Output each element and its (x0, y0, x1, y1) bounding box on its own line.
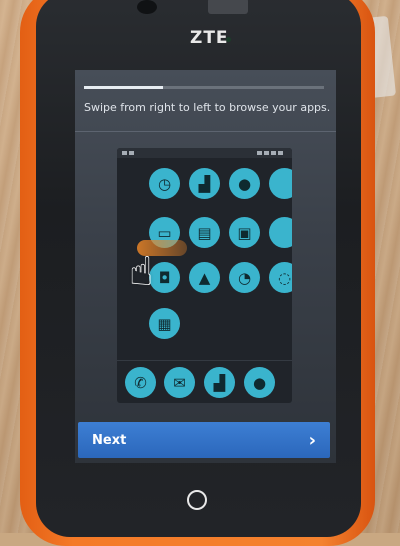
next-button[interactable]: Next › (78, 422, 330, 458)
partial-app-icon (269, 217, 292, 248)
home-button[interactable] (187, 490, 207, 510)
signal-bars-icon: ▟ (189, 168, 220, 199)
chat-icon: ● (244, 367, 275, 398)
signal-bars-icon: ▟ (204, 367, 235, 398)
progress-bar (84, 86, 324, 89)
status-indicator (122, 151, 127, 155)
tutorial-illustration[interactable]: ◷ ▟ ● ▭ ▤ ▣ ◘ ▲ ◔ ◌ ▦ ✆ ✉ ▟ ● ☝ (117, 148, 292, 403)
status-indicator (271, 151, 276, 155)
radio-icon: ▤ (189, 217, 220, 248)
mail-icon: ✉ (164, 367, 195, 398)
front-camera-icon (137, 0, 157, 14)
status-indicator (278, 151, 283, 155)
sensor-dot (226, 37, 231, 42)
next-label: Next (92, 432, 127, 448)
partial-app-icon (269, 168, 292, 199)
status-indicator (129, 151, 134, 155)
clock-icon: ◷ (149, 168, 180, 199)
phone-icon: ✆ (125, 367, 156, 398)
contact-icon: ● (229, 168, 260, 199)
chevron-right-icon: › (308, 429, 316, 451)
divider (75, 131, 336, 132)
earpiece (208, 0, 248, 14)
progress-fill (84, 86, 164, 89)
status-indicator (257, 151, 262, 155)
status-indicator (264, 151, 269, 155)
illustration-status-bar (117, 148, 292, 158)
hand-pointer-icon: ☝ (129, 249, 154, 295)
partial-app-icon: ◌ (269, 262, 292, 293)
brand-logo: ZTE (190, 28, 229, 48)
instruction-text: Swipe from right to left to browse your … (84, 101, 331, 114)
app-icon: ◘ (149, 262, 180, 293)
fire-icon: ▲ (189, 262, 220, 293)
dock-separator (117, 360, 292, 361)
screen: Swipe from right to left to browse your … (75, 70, 336, 463)
video-icon: ▣ (229, 217, 260, 248)
clock-icon: ◔ (229, 262, 260, 293)
calculator-icon: ▦ (149, 308, 180, 339)
